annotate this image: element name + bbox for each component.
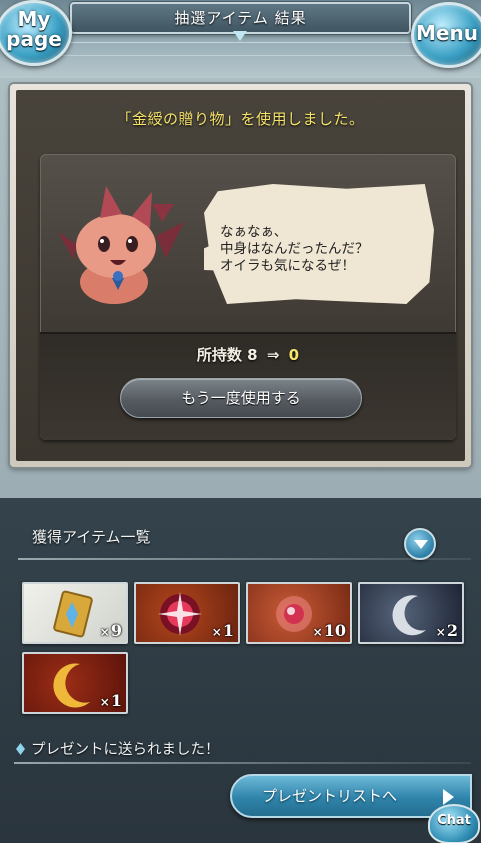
item-tile[interactable]: ×2 xyxy=(358,582,464,644)
count-after: 0 xyxy=(288,346,300,364)
vyrn-character-icon xyxy=(58,186,184,304)
use-again-button[interactable]: もう一度使用する xyxy=(120,378,362,418)
play-arrow-icon xyxy=(443,789,454,805)
item-tile[interactable]: ×1 xyxy=(134,582,240,644)
item-tile[interactable]: ×9 xyxy=(22,582,128,644)
title-gem-icon xyxy=(233,31,247,41)
item-qty: ×1 xyxy=(211,621,234,640)
item-qty: ×1 xyxy=(99,691,122,710)
item-qty: ×10 xyxy=(312,621,346,640)
header-divider xyxy=(18,558,471,560)
obtained-items-header: 獲得アイテム一覧 xyxy=(32,528,151,546)
menu-label: Menu xyxy=(416,21,478,45)
count-arrow: ⇒ xyxy=(266,346,280,364)
item-tile[interactable]: ×10 xyxy=(246,582,352,644)
dialog-box: なぁなぁ、 中身はなんだったんだ？ オイラも気になるぜ！ 所持数 8 ⇒ 0 も… xyxy=(40,154,456,440)
top-header: 抽選アイテム 結果 My page Menu xyxy=(0,0,481,78)
result-frame: 「金綬の贈り物」を使用しました。 なぁなぁ、 中身はなんだったんだ？ オイラも気… xyxy=(10,84,471,467)
present-divider xyxy=(14,762,471,764)
gem-bullet-icon xyxy=(16,743,25,755)
chat-button[interactable]: Chat xyxy=(428,804,480,843)
count-before: 8 xyxy=(247,346,258,364)
mypage-label-line1: My xyxy=(17,7,51,31)
speech-text: なぁなぁ、 中身はなんだったんだ？ オイラも気になるぜ！ xyxy=(220,224,369,274)
menu-button[interactable]: Menu xyxy=(411,2,481,68)
item-count-row: 所持数 8 ⇒ 0 xyxy=(40,344,456,365)
mypage-label-line2: page xyxy=(6,27,62,51)
result-stage: 「金綬の贈り物」を使用しました。 なぁなぁ、 中身はなんだったんだ？ オイラも気… xyxy=(0,78,481,498)
item-qty: ×2 xyxy=(435,621,458,640)
present-notice-text: プレゼントに送られました！ xyxy=(31,742,220,758)
page-title: 抽選アイテム 結果 xyxy=(174,9,307,27)
header-ornament xyxy=(58,42,423,56)
count-label: 所持数 xyxy=(196,346,242,364)
result-frame-inner: 「金綬の贈り物」を使用しました。 なぁなぁ、 中身はなんだったんだ？ オイラも気… xyxy=(16,90,465,461)
present-notice: プレゼントに送られました！ xyxy=(16,738,220,759)
item-qty: ×9 xyxy=(99,621,122,640)
item-tile[interactable]: ×1 xyxy=(22,652,128,714)
present-list-label: プレゼントリストへ xyxy=(262,787,398,805)
mypage-button[interactable]: My page xyxy=(0,0,72,66)
collapse-toggle-button[interactable] xyxy=(404,528,436,560)
used-item-message: 「金綬の贈り物」を使用しました。 xyxy=(116,110,365,128)
obtained-items-section: 獲得アイテム一覧 ×9 ×1 ×10 ×2 ×1 プレゼントに送られました！ プ… xyxy=(0,498,481,843)
